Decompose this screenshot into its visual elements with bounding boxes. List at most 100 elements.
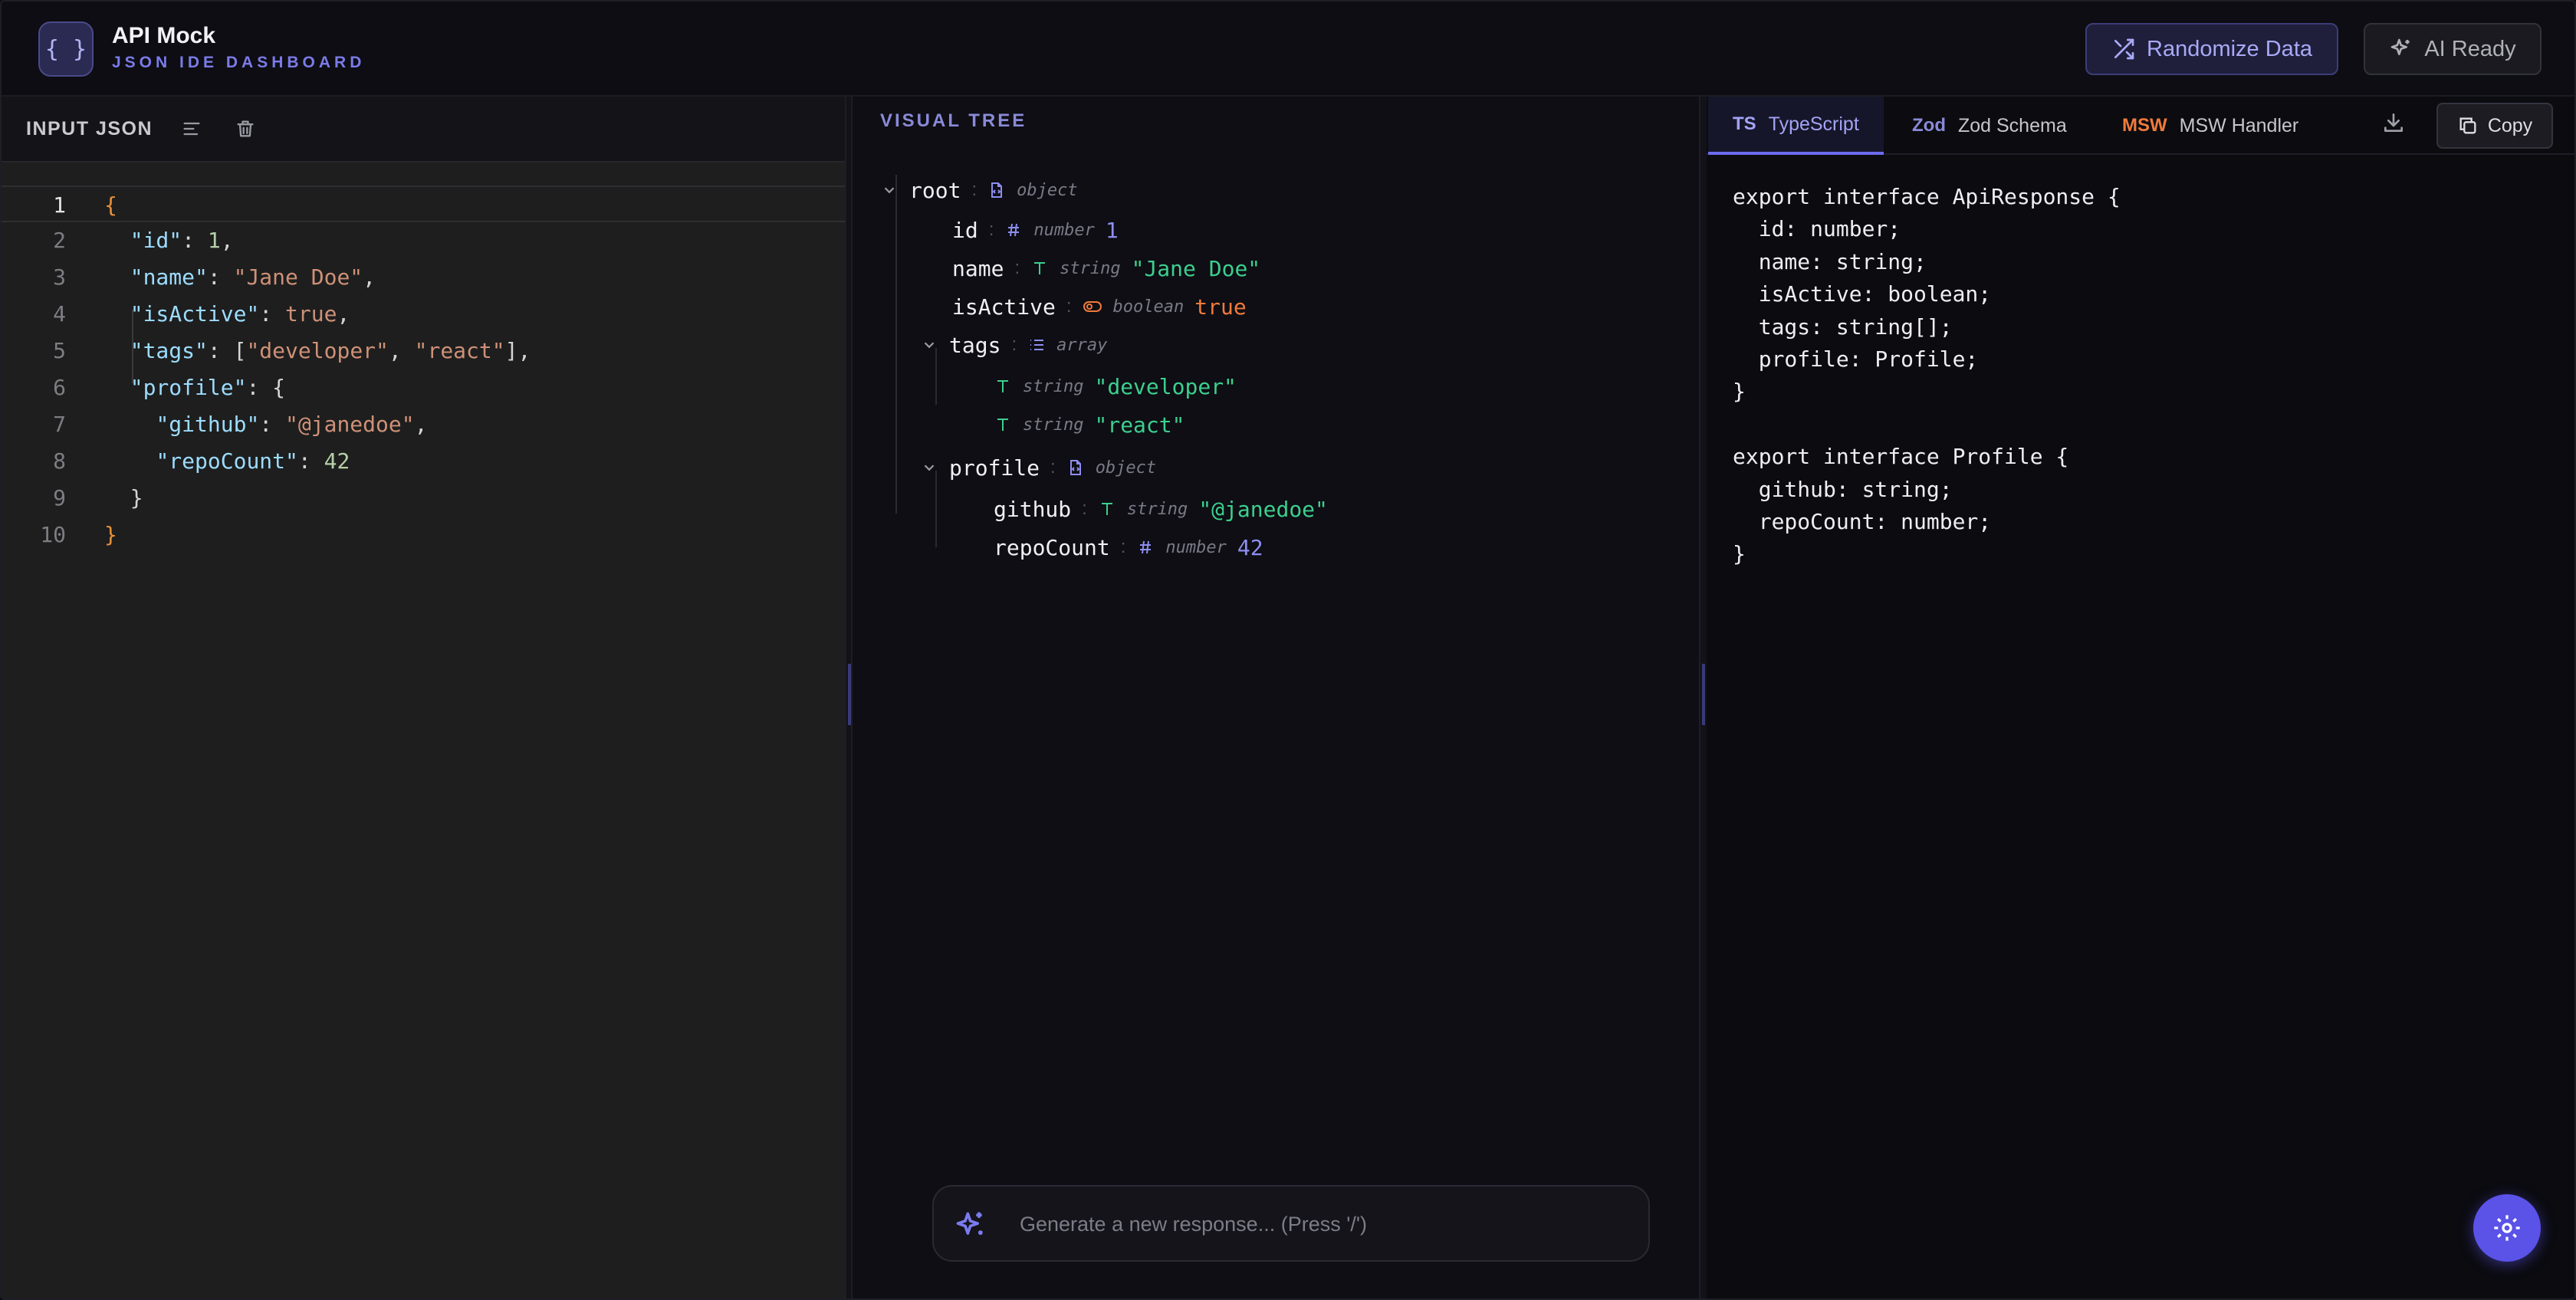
line-number: 4 [53, 301, 66, 327]
line-number: 10 [40, 522, 66, 547]
randomize-data-button[interactable]: Randomize Data [2085, 23, 2338, 75]
tree-node-root[interactable]: root : object [880, 173, 1078, 207]
json-number: 42 [324, 448, 350, 474]
json-punct: , [414, 412, 428, 437]
resize-grip [848, 664, 851, 725]
text-type-icon [1034, 262, 1046, 274]
tree-node-tag-item[interactable]: string "developer" [994, 369, 1237, 403]
generated-code[interactable]: export interface ApiResponse { id: numbe… [1733, 181, 2121, 571]
tree-key: name [952, 255, 1004, 281]
tree-node-tags[interactable]: tags : array [920, 328, 1107, 362]
json-punct: : [182, 228, 208, 253]
tab-msw-handler[interactable]: MSW MSW Handler [2098, 97, 2323, 155]
tree-colon: : [1082, 498, 1087, 519]
tree-type: boolean [1112, 297, 1184, 317]
chevron-down-icon [924, 342, 935, 349]
tab-prefix: TS [1733, 113, 1756, 134]
ai-ready-button[interactable]: AI Ready [2364, 23, 2542, 75]
tree-node-id[interactable]: id : number 1 [952, 213, 1119, 247]
tab-label: Zod Schema [1957, 114, 2067, 136]
json-string: "react" [414, 338, 505, 363]
json-key: "tags" [130, 338, 208, 363]
settings-button[interactable] [2473, 1194, 2541, 1262]
tree-colon: : [1120, 537, 1126, 557]
code-line: 5 "tags": ["developer", "react"], [2, 333, 845, 369]
line-number: 1 [53, 192, 66, 218]
json-punct: , [220, 228, 234, 253]
tab-prefix: MSW [2122, 115, 2167, 136]
tab-typescript[interactable]: TS TypeScript [1708, 97, 1884, 155]
code-line: 1 { [2, 185, 845, 222]
tree-type: object [1017, 180, 1078, 200]
json-punct: : [297, 448, 324, 474]
tree-type: array [1056, 335, 1108, 355]
tree-key: isActive [952, 294, 1056, 320]
tree-key: root [909, 177, 961, 203]
tree-colon: : [988, 219, 994, 240]
json-punct: : [259, 412, 286, 437]
panel-resize-handle[interactable] [1699, 97, 1707, 1298]
copy-button[interactable]: Copy [2436, 103, 2553, 149]
code-line: 3 "name": "Jane Doe", [2, 259, 845, 296]
clear-button[interactable] [230, 113, 261, 144]
hash-icon [1140, 540, 1152, 554]
json-key: "isActive" [130, 301, 260, 327]
tree-value: 1 [1105, 217, 1119, 243]
tree-node-repocount[interactable]: repoCount : number 42 [994, 530, 1263, 564]
json-boolean: true [285, 301, 337, 327]
visual-tree-title: VISUAL TREE [880, 110, 1027, 131]
braces-logo-icon: { } [38, 21, 94, 77]
copy-icon [2459, 117, 2476, 134]
json-string: "@janedoe" [285, 412, 415, 437]
tree-guide [895, 175, 897, 514]
tree-node-profile[interactable]: profile : object [920, 451, 1156, 484]
code-line: 2 "id": 1, [2, 222, 845, 259]
line-number: 5 [53, 338, 66, 363]
code-line: 9 } [2, 480, 845, 517]
code-line: 4 "isActive": true, [2, 296, 845, 333]
tree-colon: : [1011, 334, 1017, 355]
app-window: { } API Mock JSON IDE DASHBOARD Randomiz… [0, 0, 2576, 1300]
json-brace: { [104, 192, 117, 218]
tab-zod-schema[interactable]: Zod Zod Schema [1888, 97, 2091, 155]
generate-prompt-input[interactable]: Generate a new response... (Press '/') [932, 1185, 1650, 1262]
toggle-icon [1083, 301, 1102, 312]
input-json-toolbar: INPUT JSON [2, 97, 845, 162]
tree-node-tag-item[interactable]: string "react" [994, 408, 1185, 442]
panel-resize-handle[interactable] [845, 97, 853, 1298]
tree-key: id [952, 217, 978, 243]
tree-type: object [1095, 458, 1157, 478]
resize-grip [1702, 664, 1705, 725]
tree-value: true [1194, 294, 1247, 320]
chevron-down-icon [924, 465, 935, 471]
tree-colon: : [971, 179, 978, 200]
tree-value: 42 [1237, 534, 1263, 560]
tab-label: MSW Handler [2179, 114, 2299, 136]
app-header: { } API Mock JSON IDE DASHBOARD Randomiz… [2, 2, 2574, 97]
json-punct: , [363, 264, 376, 290]
tree-key: repoCount [994, 534, 1110, 560]
text-type-icon [997, 419, 1008, 431]
trash-icon [237, 120, 254, 137]
tree-node-github[interactable]: github : string "@janedoe" [994, 492, 1328, 526]
app-subtitle: JSON IDE DASHBOARD [112, 54, 366, 71]
input-json-panel: INPUT JSON 1 { 2 "id": 1, 3 "name": "Jan… [2, 97, 845, 1298]
randomize-data-label: Randomize Data [2147, 36, 2312, 61]
json-punct: : [259, 301, 286, 327]
file-code-icon [1070, 460, 1081, 475]
json-editor[interactable]: 1 { 2 "id": 1, 3 "name": "Jane Doe", 4 "… [2, 162, 845, 1298]
line-number: 7 [53, 412, 66, 437]
tree-colon: : [1066, 296, 1072, 317]
tree-key: tags [949, 332, 1001, 358]
ai-ready-label: AI Ready [2424, 36, 2516, 61]
json-key: "profile" [130, 375, 247, 400]
tree-node-name[interactable]: name : string "Jane Doe" [952, 251, 1260, 285]
download-button[interactable] [2381, 110, 2412, 141]
output-tabs: TS TypeScript Zod Zod Schema MSW MSW Han… [1707, 97, 2574, 155]
tree-node-isactive[interactable]: isActive : boolean true [952, 290, 1247, 323]
json-number: 1 [207, 228, 221, 253]
generate-prompt-placeholder: Generate a new response... (Press '/') [1020, 1213, 1368, 1236]
tree-type: string [1023, 376, 1084, 396]
line-number: 9 [53, 485, 66, 510]
format-button[interactable] [176, 113, 207, 144]
